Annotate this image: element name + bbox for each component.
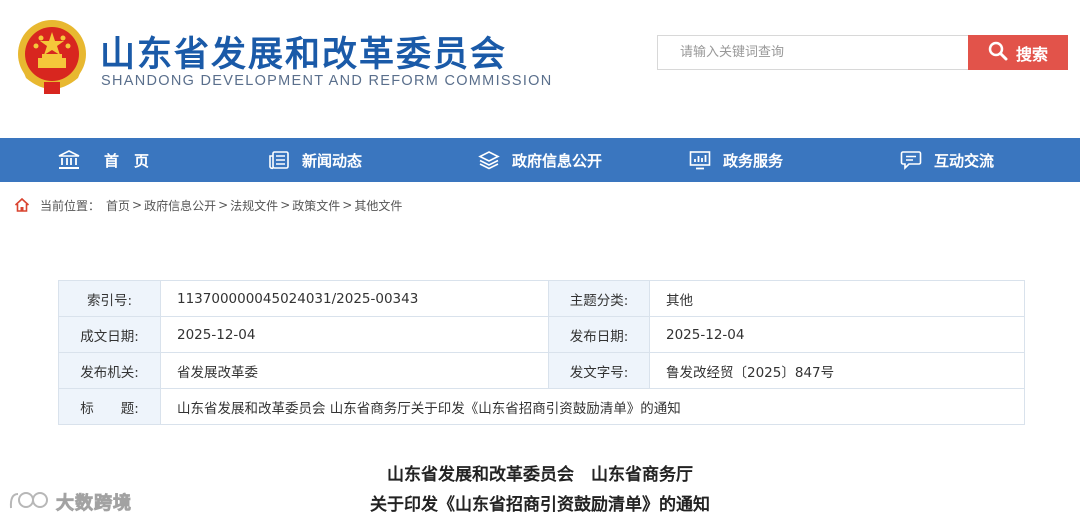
breadcrumb: 当前位置： 首页 > 政府信息公开 > 法规文件 > 政策文件 > 其他文件 [14,195,402,215]
layers-icon [478,149,500,171]
site-subtitle: SHANDONG DEVELOPMENT AND REFORM COMMISSI… [101,73,553,89]
document-title-line1: 山东省发展和改革委员会 山东省商务厅 [387,465,693,485]
title-label: 标 题: [58,388,161,425]
breadcrumb-item-regulations[interactable]: 法规文件 [230,197,278,214]
monitor-chart-icon [689,149,711,171]
document-title-line2: 关于印发《山东省招商引资鼓励清单》的通知 [370,495,710,515]
nav-item-home[interactable]: 首 页 [58,138,149,182]
category-value: 其他 [649,280,1025,317]
chat-bubble-icon [900,149,922,171]
breadcrumb-prefix: 当前位置： [40,198,101,213]
watermark: 大数跨境 [8,488,132,516]
table-row: 索引号: 113700000045024031/2025-00343 主题分类:… [58,280,1025,317]
doc-number-label: 发文字号: [548,352,650,389]
breadcrumb-item-gov-info[interactable]: 政府信息公开 [144,197,216,214]
breadcrumb-item-home[interactable]: 首页 [106,197,130,214]
nav-label-services: 政务服务 [723,151,784,170]
title-value: 山东省发展和改革委员会 山东省商务厅关于印发《山东省招商引资鼓励清单》的通知 [160,388,1025,425]
publish-date-label: 发布日期: [548,316,650,353]
newspaper-icon [268,149,290,171]
home-icon [14,197,30,213]
search-button-label: 搜索 [1015,44,1048,64]
site-title[interactable]: 山东省发展和改革委员会 [100,26,507,77]
written-date-label: 成文日期: [58,316,161,353]
search-button[interactable]: 搜索 [968,35,1068,70]
search-icon [988,41,1008,65]
document-info-table: 索引号: 113700000045024031/2025-00343 主题分类:… [58,280,1025,425]
nav-label-home: 首 页 [104,151,150,170]
doc-number-value: 鲁发改经贸〔2025〕847号 [649,352,1025,389]
watermark-logo-icon [8,488,52,516]
table-row: 标 题: 山东省发展和改革委员会 山东省商务厅关于印发《山东省招商引资鼓励清单》… [58,388,1025,425]
nav-item-gov-info[interactable]: 政府信息公开 [478,138,602,182]
table-row: 发布机关: 省发展改革委 发文字号: 鲁发改经贸〔2025〕847号 [58,352,1025,389]
issuer-value: 省发展改革委 [160,352,549,389]
main-nav: 首 页 新闻动态 政府信息公开 政务服务 互动交流 [0,138,1080,182]
issuer-label: 发布机关: [58,352,161,389]
index-value: 113700000045024031/2025-00343 [160,280,549,317]
nav-item-news[interactable]: 新闻动态 [268,138,362,182]
nav-label-gov-info: 政府信息公开 [512,151,603,170]
table-row: 成文日期: 2025-12-04 发布日期: 2025-12-04 [58,316,1025,353]
breadcrumb-separator: > [280,198,291,212]
nav-item-interaction[interactable]: 互动交流 [900,138,994,182]
nav-item-services[interactable]: 政务服务 [689,138,783,182]
search-input[interactable] [658,36,968,69]
nav-label-news: 新闻动态 [302,151,363,170]
written-date-value: 2025-12-04 [160,316,549,353]
publish-date-value: 2025-12-04 [649,316,1025,353]
search-box [657,35,969,70]
nav-label-interaction: 互动交流 [934,151,995,170]
breadcrumb-separator: > [342,198,353,212]
breadcrumb-item-other[interactable]: 其他文件 [354,197,402,214]
breadcrumb-separator: > [218,198,229,212]
index-label: 索引号: [58,280,161,317]
home-building-icon [58,149,80,171]
category-label: 主题分类: [548,280,650,317]
breadcrumb-item-policy[interactable]: 政策文件 [292,197,340,214]
breadcrumb-separator: > [132,198,143,212]
national-emblem-logo[interactable] [16,18,88,96]
site-header: 山东省发展和改革委员会 SHANDONG DEVELOPMENT AND REF… [0,0,1080,138]
watermark-text: 大数跨境 [56,493,132,515]
